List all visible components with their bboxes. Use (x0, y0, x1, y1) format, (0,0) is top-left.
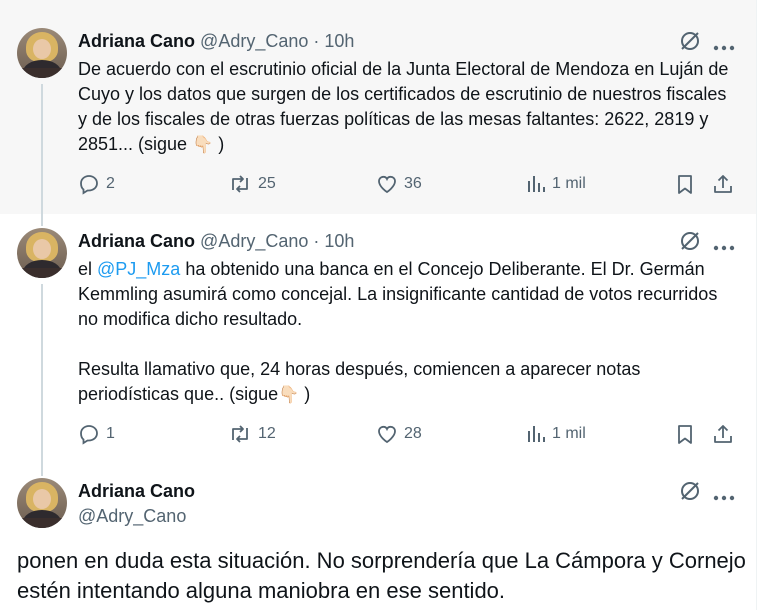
views-button[interactable]: 1 mil (526, 173, 586, 195)
grok-icon[interactable] (679, 230, 701, 257)
author-name[interactable]: Adriana Cano (78, 31, 195, 51)
share-icon (714, 425, 732, 443)
timestamp[interactable]: 10h (324, 31, 354, 51)
thread-line (41, 214, 43, 226)
views-button[interactable]: 1 mil (526, 423, 586, 445)
pointing-down-emoji: 👇🏻 (278, 385, 300, 404)
more-icon[interactable] (713, 38, 735, 56)
tweet-header: Adriana Cano @Adry_Cano · 10h (78, 230, 354, 252)
like-icon (378, 175, 396, 194)
views-icon (528, 176, 545, 192)
author-handle[interactable]: @Adry_Cano (78, 506, 186, 527)
repost-button[interactable]: 25 (228, 173, 276, 195)
separator: · (313, 231, 320, 251)
like-icon (378, 425, 396, 444)
avatar[interactable] (17, 478, 67, 528)
tweet-text: De acuerdo con el escrutinio oficial de … (78, 59, 729, 154)
bookmark-button[interactable] (675, 173, 695, 195)
timestamp[interactable]: 10h (324, 231, 354, 251)
reply-icon (80, 425, 98, 445)
views-icon (528, 426, 545, 442)
bookmark-icon (678, 175, 692, 194)
view-count: 1 mil (552, 175, 586, 192)
bookmark-icon (678, 425, 692, 444)
reply-button[interactable]: 2 (78, 173, 115, 195)
tweet-2[interactable]: Adriana Cano @Adry_Cano · 10h el @PJ_Mza… (0, 214, 756, 466)
share-button[interactable] (712, 173, 734, 195)
reply-count: 2 (106, 175, 115, 192)
repost-count: 25 (258, 175, 276, 192)
tweet-header: Adriana Cano @Adry_Cano · 10h (78, 30, 354, 52)
avatar[interactable] (17, 228, 67, 278)
view-count: 1 mil (552, 425, 586, 442)
author-name[interactable]: Adriana Cano (78, 481, 195, 501)
tweet-actions: 1 12 28 1 mil (78, 423, 738, 449)
author-name[interactable]: Adriana Cano (78, 231, 195, 251)
share-icon (714, 175, 732, 193)
tweet-3[interactable]: Adriana Cano @Adry_Cano ponen en duda es… (0, 466, 756, 610)
reply-button[interactable]: 1 (78, 423, 115, 445)
reply-count: 1 (106, 425, 115, 442)
thread-line (41, 466, 43, 476)
like-button[interactable]: 36 (376, 173, 422, 195)
top-divider (0, 0, 756, 12)
like-count: 28 (404, 425, 422, 442)
share-button[interactable] (712, 423, 734, 445)
repost-count: 12 (258, 425, 276, 442)
repost-icon (232, 425, 248, 443)
author-handle[interactable]: @Adry_Cano (200, 231, 308, 251)
like-count: 36 (404, 175, 422, 192)
right-border (756, 0, 757, 610)
tweet-actions: 2 25 36 1 mil (78, 173, 738, 199)
like-button[interactable]: 28 (376, 423, 422, 445)
tweet-text: el @PJ_Mza ha obtenido una banca en el C… (78, 259, 718, 404)
more-icon[interactable] (713, 238, 735, 256)
avatar[interactable] (17, 28, 67, 78)
thread-line (41, 284, 43, 466)
bookmark-button[interactable] (675, 423, 695, 445)
grok-icon[interactable] (679, 480, 701, 507)
thread-line (41, 84, 43, 214)
repost-button[interactable]: 12 (228, 423, 276, 445)
repost-icon (232, 175, 248, 193)
tweet-text: ponen en duda esta situación. No sorpren… (17, 548, 746, 603)
pointing-down-emoji: 👇🏻 (192, 135, 214, 154)
tweet-1[interactable]: Adriana Cano @Adry_Cano · 10h De acuerdo… (0, 12, 756, 214)
reply-icon (80, 175, 98, 195)
more-icon[interactable] (713, 488, 735, 506)
mention-link[interactable]: @PJ_Mza (97, 259, 180, 279)
tweet-header: Adriana Cano (78, 480, 195, 502)
grok-icon[interactable] (679, 30, 701, 57)
author-handle[interactable]: @Adry_Cano (200, 31, 308, 51)
separator: · (313, 31, 320, 51)
